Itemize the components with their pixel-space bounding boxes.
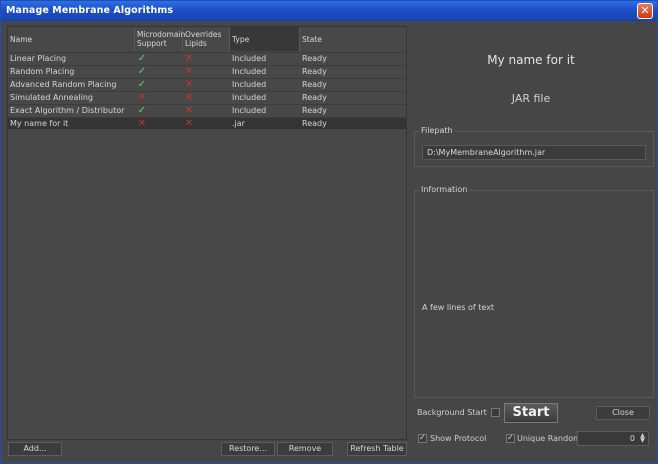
filepath-group: Filepath D:\MyMembraneAlgorithm.jar xyxy=(414,126,654,167)
show-protocol-label: Show Protocol xyxy=(430,434,487,443)
remove-button[interactable]: Remove xyxy=(277,442,333,456)
row-type: Included xyxy=(232,54,267,63)
algorithms-table: Name Microdomain Support Overrides Lipid… xyxy=(7,26,407,440)
close-button[interactable]: Close xyxy=(596,406,650,420)
table-row[interactable]: Exact Algorithm / Distributor ✓ ✕ Included R… xyxy=(8,104,406,116)
row-name: Simulated Annealing xyxy=(10,93,93,102)
check-icon: ✓ xyxy=(137,66,147,77)
row-name: Linear Placing xyxy=(10,54,67,63)
table-header: Name Microdomain Support Overrides Lipid… xyxy=(8,27,406,51)
row-state: Ready xyxy=(302,119,327,128)
table-row[interactable]: Simulated Annealing ✕ ✕ Included Ready xyxy=(8,91,406,103)
column-header-lipids[interactable]: Overrides Lipids xyxy=(183,27,230,51)
row-name: Exact Algorithm / Distributor xyxy=(10,106,125,115)
table-row[interactable]: Advanced Random Placing ✓ ✕ Included Ready xyxy=(8,78,406,90)
column-header-name[interactable]: Name xyxy=(8,27,135,51)
random-seed-spinner[interactable]: 0 ▲ ▼ xyxy=(577,431,649,446)
title-bar[interactable]: Manage Membrane Algorithms ✕ xyxy=(1,1,657,21)
row-state: Ready xyxy=(302,80,327,89)
manage-algorithms-window: Manage Membrane Algorithms ✕ Name Microd… xyxy=(0,0,658,464)
information-label: Information xyxy=(419,185,470,194)
row-type: Included xyxy=(232,67,267,76)
information-group: Information A few lines of text xyxy=(414,185,654,398)
background-start-label: Background Start xyxy=(417,408,487,417)
row-type: Included xyxy=(232,106,267,115)
row-name: My name for it xyxy=(10,119,69,128)
window-title: Manage Membrane Algorithms xyxy=(6,5,174,16)
column-header-state[interactable]: State xyxy=(300,27,406,51)
cross-icon: ✕ xyxy=(137,118,147,129)
cross-icon: ✕ xyxy=(184,118,194,129)
table-row[interactable]: Random Placing ✓ ✕ Included Ready xyxy=(8,65,406,77)
check-icon: ✓ xyxy=(137,53,147,64)
background-start-checkbox[interactable] xyxy=(491,408,500,417)
cross-icon: ✕ xyxy=(184,92,194,103)
row-name: Advanced Random Placing xyxy=(10,80,117,89)
column-header-microdomain[interactable]: Microdomain Support xyxy=(135,27,185,51)
table-row[interactable]: My name for it ✕ ✕ .jar Ready xyxy=(8,117,406,129)
row-name: Random Placing xyxy=(10,67,75,76)
cross-icon: ✕ xyxy=(184,105,194,116)
row-state: Ready xyxy=(302,106,327,115)
cross-icon: ✕ xyxy=(137,92,147,103)
show-protocol-checkbox[interactable] xyxy=(418,433,427,443)
check-icon: ✓ xyxy=(137,79,147,90)
row-state: Ready xyxy=(302,54,327,63)
algorithm-kind: JAR file xyxy=(511,92,551,105)
table-row[interactable]: Linear Placing ✓ ✕ Included Ready xyxy=(8,52,406,64)
information-text: A few lines of text xyxy=(422,303,495,312)
restore-button[interactable]: Restore... xyxy=(221,442,275,456)
add-button[interactable]: Add... xyxy=(8,442,62,456)
cross-icon: ✕ xyxy=(184,53,194,64)
close-window-icon[interactable]: ✕ xyxy=(637,3,653,19)
unique-random-label: Unique Random xyxy=(517,434,581,443)
row-type: Included xyxy=(232,93,267,102)
cross-icon: ✕ xyxy=(184,79,194,90)
details-panel: My name for it JAR file Filepath D:\MyMe… xyxy=(411,26,654,458)
column-header-type[interactable]: Type xyxy=(230,27,300,51)
check-icon: ✓ xyxy=(137,105,147,116)
refresh-table-button[interactable]: Refresh Table xyxy=(347,442,407,456)
algorithm-name: My name for it xyxy=(487,53,575,67)
spinner-arrows-icon[interactable]: ▲ ▼ xyxy=(638,433,647,444)
cross-icon: ✕ xyxy=(184,66,194,77)
row-type: Included xyxy=(232,80,267,89)
filepath-field[interactable]: D:\MyMembraneAlgorithm.jar xyxy=(422,145,646,160)
row-type: .jar xyxy=(232,119,245,128)
unique-random-checkbox[interactable] xyxy=(506,433,515,443)
random-seed-value: 0 xyxy=(629,434,635,443)
start-button[interactable]: Start xyxy=(504,403,558,423)
filepath-label: Filepath xyxy=(419,126,455,135)
row-state: Ready xyxy=(302,93,327,102)
row-state: Ready xyxy=(302,67,327,76)
